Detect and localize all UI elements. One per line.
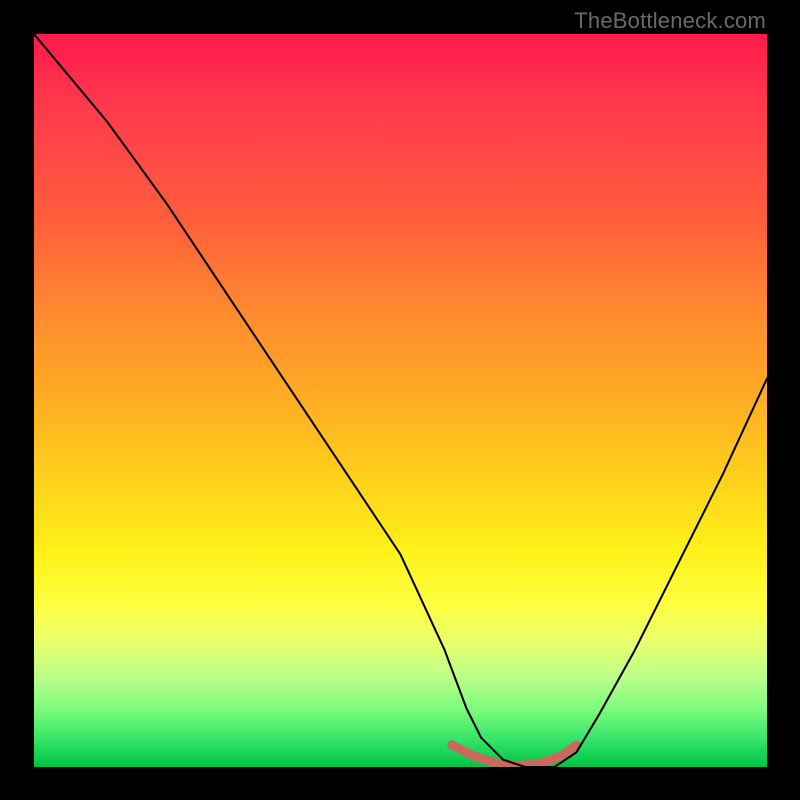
- bottleneck-curve: [34, 34, 767, 767]
- watermark-text: TheBottleneck.com: [574, 8, 766, 34]
- chart-overlay: [34, 34, 767, 767]
- chart-frame: TheBottleneck.com: [0, 0, 800, 800]
